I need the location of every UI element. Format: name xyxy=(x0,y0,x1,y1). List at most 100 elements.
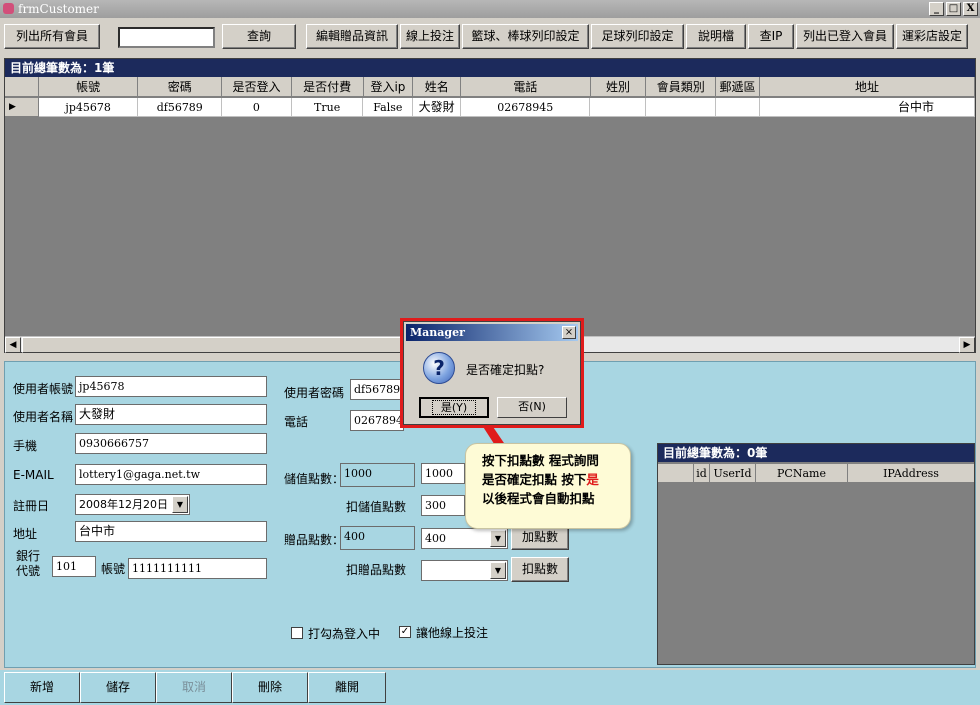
allow-online-bet-checkbox[interactable]: ✓ xyxy=(399,626,411,638)
column-header-phone[interactable]: 電話 xyxy=(461,77,591,97)
cell-gender[interactable] xyxy=(590,98,647,117)
subgrid-total-count: 目前總筆數為：0筆 xyxy=(658,444,974,462)
column-header-password[interactable]: 密碼 xyxy=(138,77,223,97)
logged-sessions-grid[interactable]: 目前總筆數為：0筆 id UserId PCName IPAddress xyxy=(657,443,975,665)
mobile-field[interactable]: 0930666757 xyxy=(75,433,267,454)
cell-account[interactable]: jp45678 xyxy=(38,98,139,117)
save-button[interactable]: 儲存 xyxy=(80,672,156,703)
table-row[interactable]: ▶ jp45678 df56789 0 True False 大發財 02678… xyxy=(5,98,975,117)
column-header-userid[interactable]: UserId xyxy=(710,464,756,483)
yes-button-label: 是(Y) xyxy=(431,400,477,415)
deduct-stored-points-input[interactable]: 300 xyxy=(421,495,465,516)
soccer-print-settings-button[interactable]: 足球列印設定 xyxy=(591,24,684,49)
register-date-label: 註冊日 xyxy=(13,499,50,513)
deduct-stored-points-label: 扣儲值點數 xyxy=(346,500,407,514)
lottery-store-settings-button[interactable]: 運彩店設定 xyxy=(896,24,968,49)
cell-login-ip[interactable]: False xyxy=(363,98,414,117)
stored-points-input[interactable]: 1000 xyxy=(421,463,465,484)
deduct-gift-points-label: 扣贈品點數 xyxy=(346,563,407,577)
cell-member-type[interactable] xyxy=(646,98,716,117)
deduct-gift-points-select[interactable]: ▼ xyxy=(421,560,508,581)
deduct-points-button[interactable]: 扣點數 xyxy=(511,557,569,582)
cell-name[interactable]: 大發財 xyxy=(413,98,462,117)
gift-points-select[interactable]: 400 ▼ xyxy=(421,528,508,549)
query-button[interactable]: 查詢 xyxy=(222,24,296,49)
column-header-gender[interactable]: 姓別 xyxy=(590,77,647,97)
cell-address[interactable]: 台中市 xyxy=(759,98,975,117)
bottom-action-bar: 新增 儲存 取消 刪除 離開 xyxy=(0,670,980,705)
list-all-members-button[interactable]: 列出所有會員 xyxy=(4,24,100,49)
callout-line-2-text: 是否確定扣點 按下 xyxy=(482,472,587,487)
app-icon xyxy=(3,3,14,14)
window-title-bar: frmCustomer _ □ X xyxy=(0,0,980,18)
row-indicator[interactable]: ▶ xyxy=(5,98,39,117)
column-header-login-ip[interactable]: 登入ip xyxy=(363,77,414,97)
edit-gift-info-button[interactable]: 編輯贈品資訊 xyxy=(306,24,398,49)
chevron-down-icon[interactable]: ▼ xyxy=(490,562,506,579)
column-header-name[interactable]: 姓名 xyxy=(413,77,462,97)
bank-account-label: 帳號 xyxy=(101,562,126,576)
address-field[interactable]: 台中市 xyxy=(75,521,267,542)
grid-column-headers: 帳號 密碼 是否登入 是否付費 登入ip 姓名 電話 姓別 會員類別 郵遞區 地… xyxy=(5,77,976,97)
online-bet-button[interactable]: 線上投注 xyxy=(400,24,460,49)
bank-code-field[interactable]: 101 xyxy=(52,556,96,577)
maximize-button[interactable]: □ xyxy=(946,2,961,16)
check-ip-button[interactable]: 查IP xyxy=(748,24,794,49)
basketball-baseball-print-settings-button[interactable]: 籃球、棒球列印設定 xyxy=(462,24,589,49)
close-window-button[interactable]: X xyxy=(963,2,978,16)
cell-postal[interactable] xyxy=(715,98,760,117)
scroll-left-arrow-icon[interactable]: ◀ xyxy=(5,337,21,353)
scroll-right-arrow-icon[interactable]: ▶ xyxy=(959,337,975,353)
cell-phone[interactable]: 02678945 xyxy=(461,98,591,117)
column-header-address[interactable]: 地址 xyxy=(759,77,976,97)
callout-line-2: 是否確定扣點 按下是 xyxy=(482,470,624,489)
toolbar: 列出所有會員 查詢 編輯贈品資訊 線上投注 籃球、棒球列印設定 足球列印設定 說… xyxy=(0,18,980,54)
chevron-down-icon[interactable]: ▼ xyxy=(172,496,188,513)
row-selector-header xyxy=(5,77,39,97)
callout-line-1: 按下扣點數 程式詢問 xyxy=(482,453,599,468)
no-button[interactable]: 否(N) xyxy=(497,397,567,418)
email-field[interactable]: lottery1@gaga.net.tw xyxy=(75,464,267,485)
yes-button[interactable]: 是(Y) xyxy=(419,397,489,418)
stored-points-value: 1000 xyxy=(340,463,415,487)
cancel-button[interactable]: 取消 xyxy=(156,672,232,703)
column-header-paid[interactable]: 是否付費 xyxy=(291,77,364,97)
chevron-down-icon[interactable]: ▼ xyxy=(490,530,506,547)
add-button[interactable]: 新增 xyxy=(4,672,80,703)
password-field[interactable]: df56789 xyxy=(350,379,404,400)
register-date-value: 2008年12月20日 xyxy=(79,498,168,511)
username-label: 使用者名稱 xyxy=(13,410,74,424)
column-header-account[interactable]: 帳號 xyxy=(38,77,139,97)
register-date-picker[interactable]: 2008年12月20日 ▼ xyxy=(75,494,190,515)
close-icon[interactable]: × xyxy=(562,326,576,339)
search-input[interactable] xyxy=(118,27,215,48)
username-field[interactable]: 大發財 xyxy=(75,404,267,425)
account-field[interactable]: jp45678 xyxy=(75,376,267,397)
gift-points-select-value: 400 xyxy=(425,532,446,545)
column-header-postal[interactable]: 郵遞區 xyxy=(716,77,760,97)
subgrid-column-headers: id UserId PCName IPAddress xyxy=(658,464,974,483)
address-label: 地址 xyxy=(13,527,38,541)
bank-account-field[interactable]: 1111111111 xyxy=(128,558,267,579)
column-header-id[interactable]: id xyxy=(694,464,710,483)
leave-button[interactable]: 離開 xyxy=(308,672,386,703)
column-header-pcname[interactable]: PCName xyxy=(756,464,848,483)
cell-paid[interactable]: True xyxy=(291,98,364,117)
callout-highlight-yes: 是 xyxy=(586,472,599,487)
column-header-ipaddress[interactable]: IPAddress xyxy=(848,464,974,483)
cell-logged-in[interactable]: 0 xyxy=(222,98,292,117)
mark-login-checkbox[interactable] xyxy=(291,627,303,639)
phone-field[interactable]: 02678945 xyxy=(350,410,404,431)
cell-password[interactable]: df56789 xyxy=(138,98,223,117)
list-logged-members-button[interactable]: 列出已登入會員 xyxy=(796,24,894,49)
column-header-logged-in[interactable]: 是否登入 xyxy=(222,77,292,97)
question-icon: ? xyxy=(423,352,455,384)
column-header-member-type[interactable]: 會員類別 xyxy=(646,77,717,97)
dialog-title: Manager × xyxy=(406,324,578,341)
account-label: 使用者帳號 xyxy=(13,382,74,396)
delete-button[interactable]: 刪除 xyxy=(232,672,308,703)
minimize-button[interactable]: _ xyxy=(929,2,944,16)
manual-button[interactable]: 說明檔 xyxy=(686,24,746,49)
customer-grid[interactable]: 目前總筆數為：1筆 帳號 密碼 是否登入 是否付費 登入ip 姓名 電話 姓別 … xyxy=(4,58,976,353)
gift-points-label: 贈品點數： xyxy=(284,533,345,547)
